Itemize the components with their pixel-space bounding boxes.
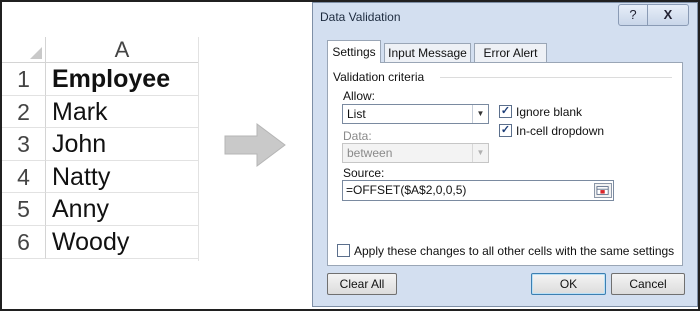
row-number[interactable]: 3 [2,128,46,161]
apply-all-checkbox[interactable] [337,244,350,257]
in-cell-dropdown-label: In-cell dropdown [516,124,605,138]
cell-a1[interactable]: Employee [46,63,198,96]
cell-a5[interactable]: Anny [46,193,198,226]
ignore-blank-checkbox[interactable]: ✓ [499,105,512,118]
table-row: 1 Employee [2,63,198,96]
ignore-blank-label: Ignore blank [516,105,583,119]
allow-select[interactable]: List ▼ [342,104,489,124]
close-button[interactable]: X [647,4,689,26]
settings-panel: Validation criteria Allow: List ▼ ✓ Igno… [327,62,683,266]
data-label: Data: [343,129,372,143]
data-validation-dialog: Data Validation ? X Settings Input Messa… [312,2,698,307]
select-all-triangle-icon [30,47,42,59]
right-arrow-icon [224,123,286,167]
data-select[interactable]: between ▼ [342,143,489,163]
tab-settings[interactable]: Settings [327,40,381,63]
select-all-corner[interactable] [2,37,46,63]
data-select-value: between [347,146,393,160]
ok-button[interactable]: OK [531,273,606,295]
dialog-titlebar[interactable]: Data Validation ? X [313,3,697,30]
chevron-down-icon[interactable]: ▼ [472,144,488,162]
table-row: 5 Anny [2,193,198,226]
source-input[interactable]: =OFFSET($A$2,0,0,5) [342,180,614,201]
table-row: 6 Woody [2,225,198,259]
row-number[interactable]: 2 [2,95,46,129]
cancel-button[interactable]: Cancel [611,273,685,295]
in-cell-dropdown-checkbox[interactable]: ✓ [499,124,512,137]
table-row: 2 Mark [2,95,198,129]
cell-a3[interactable]: John [46,128,198,161]
dialog-title: Data Validation [320,10,401,24]
row-number[interactable]: 5 [2,193,46,226]
source-label: Source: [343,166,385,180]
sheet-rows: 1 Employee 2 Mark 3 John 4 Natty 5 Anny … [2,63,198,259]
row-number[interactable]: 6 [2,225,46,259]
chevron-down-icon[interactable]: ▼ [472,105,488,123]
column-header-a[interactable]: A [46,37,198,63]
cell-a4[interactable]: Natty [46,161,198,194]
criteria-divider [440,77,672,78]
row-number[interactable]: 4 [2,160,46,194]
tab-input-message[interactable]: Input Message [384,43,471,62]
apply-all-label: Apply these changes to all other cells w… [354,244,675,258]
help-button[interactable]: ? [618,4,648,26]
table-row: 3 John [2,128,198,161]
cell-a6[interactable]: Woody [46,226,198,259]
clear-all-button[interactable]: Clear All [327,273,397,295]
allow-select-value: List [347,107,366,121]
table-row: 4 Natty [2,160,198,194]
column-divider [198,37,199,261]
allow-label: Allow: [343,89,376,103]
range-select-icon[interactable] [594,183,612,198]
cell-a2[interactable]: Mark [46,96,198,129]
validation-criteria-heading: Validation criteria [333,70,425,84]
row-number[interactable]: 1 [2,63,46,96]
tab-error-alert[interactable]: Error Alert [474,43,547,62]
